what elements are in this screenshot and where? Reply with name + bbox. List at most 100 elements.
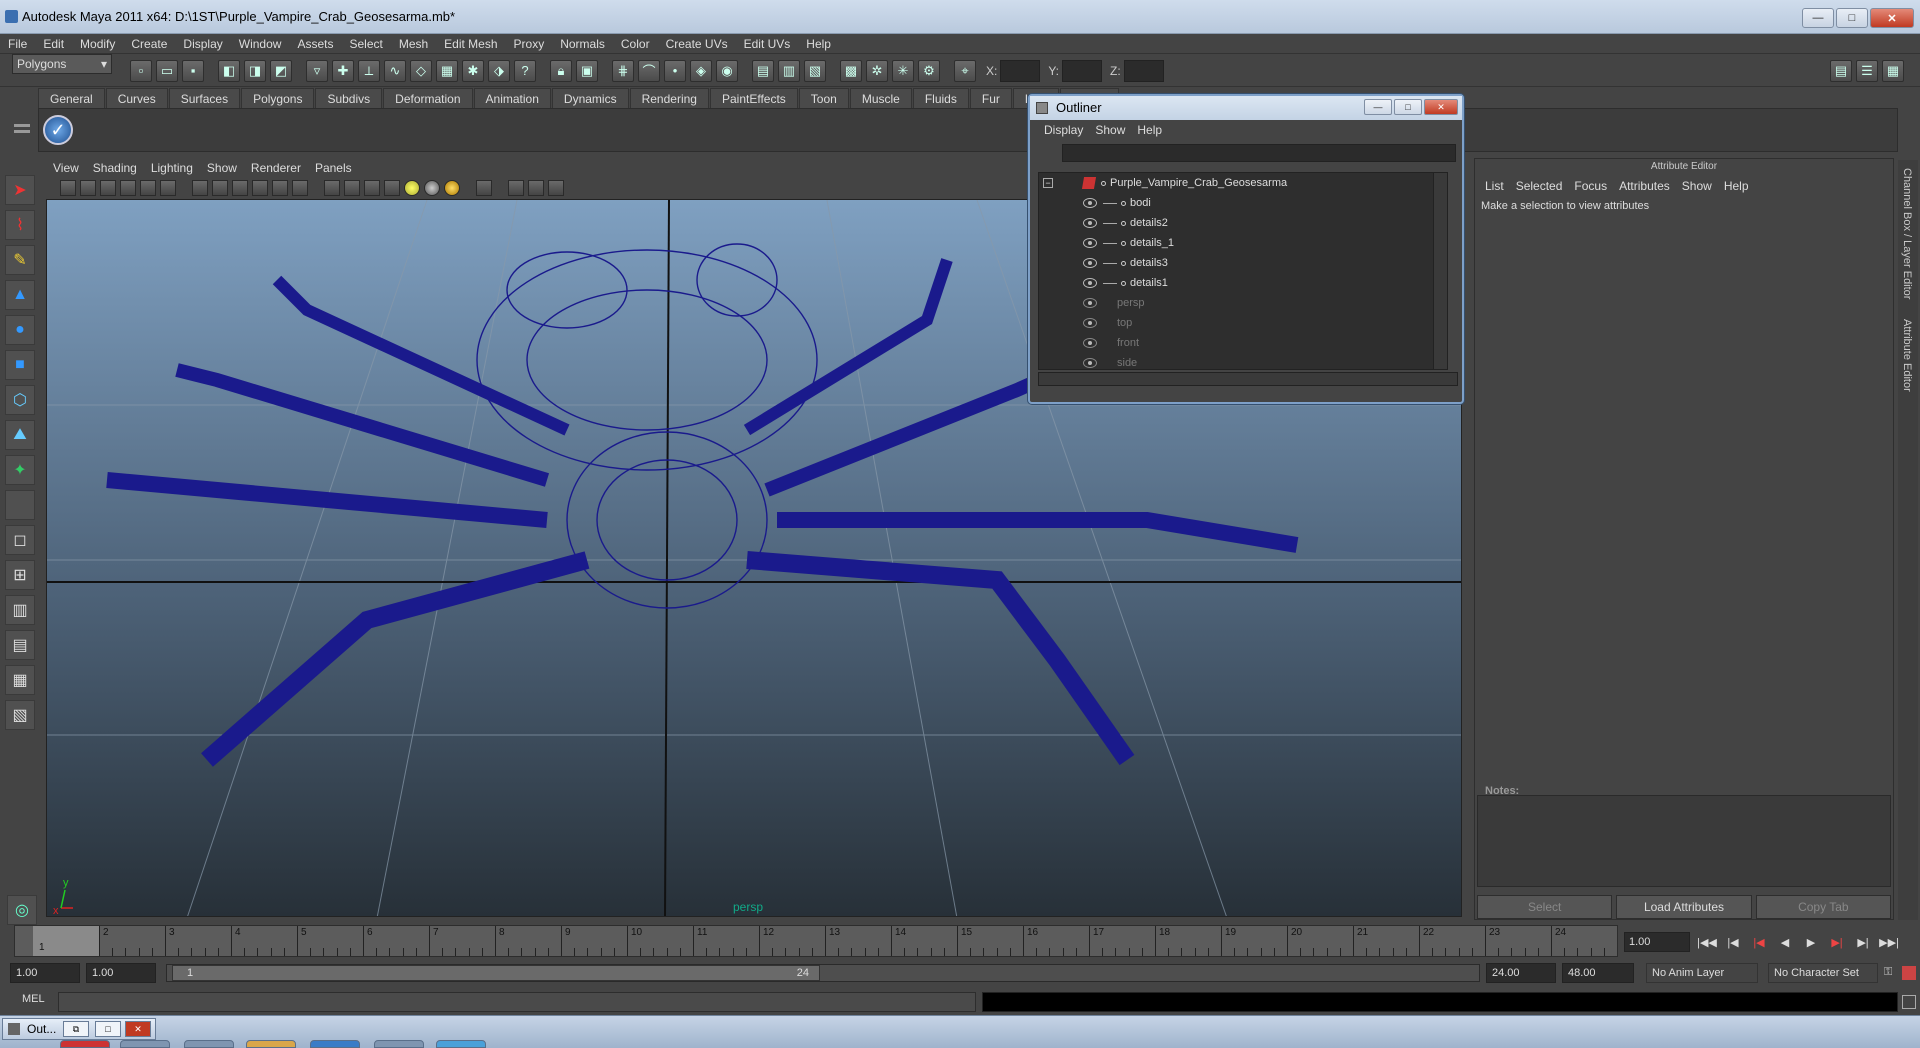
- grey-sphere-icon[interactable]: [424, 180, 440, 196]
- menu-help[interactable]: Help: [798, 34, 839, 54]
- outliner-window[interactable]: Outliner — □ ✕ Display Show Help − Purpl…: [1028, 94, 1464, 404]
- shelf-tab-subdivs[interactable]: Subdivs: [315, 88, 383, 108]
- menu-window[interactable]: Window: [231, 34, 290, 54]
- camera-attributes-icon[interactable]: [60, 180, 76, 196]
- shelf-options-icon[interactable]: [14, 118, 30, 142]
- tab-channel-box-layer-editor[interactable]: Channel Box / Layer Editor: [1901, 168, 1913, 299]
- go-to-end-icon[interactable]: ▶▶|: [1878, 932, 1900, 952]
- soft-mod-tool-icon[interactable]: ⛰: [5, 420, 35, 450]
- select-joints-icon[interactable]: ⟂: [358, 59, 380, 82]
- character-set-dropdown[interactable]: No Character Set: [1768, 963, 1878, 983]
- make-live-icon[interactable]: ◉: [716, 59, 738, 82]
- outliner-maximize-button[interactable]: □: [1394, 99, 1422, 115]
- outliner-filter-input[interactable]: [1062, 144, 1456, 162]
- shelf-tab-toon[interactable]: Toon: [798, 88, 849, 108]
- quick-layout-icon[interactable]: ◎: [7, 895, 37, 925]
- render-view-icon[interactable]: ▩: [840, 59, 862, 82]
- outliner-menu-display[interactable]: Display: [1038, 120, 1089, 140]
- yellow-light-icon[interactable]: [404, 180, 420, 196]
- step-forward-frame-icon[interactable]: ▶|: [1826, 932, 1848, 952]
- panel-menu-panels[interactable]: Panels: [308, 161, 359, 175]
- ae-menu-focus[interactable]: Focus: [1568, 175, 1613, 197]
- toggle-attribute-editor-icon[interactable]: ▤: [1830, 59, 1852, 82]
- rotate-tool-icon[interactable]: ●: [5, 315, 35, 345]
- mel-command-input[interactable]: [58, 992, 976, 1012]
- taskbar-pinned-app-6-icon[interactable]: [374, 1040, 424, 1048]
- shelf-tab-polygons[interactable]: Polygons: [241, 88, 315, 108]
- ae-menu-list[interactable]: List: [1479, 175, 1510, 197]
- ae-menu-selected[interactable]: Selected: [1510, 175, 1569, 197]
- time-slider[interactable]: 1 2 3 4 5 6 7 8 9 10 11 12 13 14 15 16 17 18 19 20 21 22 23 24: [14, 925, 1618, 957]
- ae-menu-attributes[interactable]: Attributes: [1613, 175, 1676, 197]
- shelf-tab-curves[interactable]: Curves: [105, 88, 168, 108]
- select-camera-icon[interactable]: [476, 180, 492, 196]
- y-input[interactable]: [1062, 59, 1103, 82]
- taskbar-pinned-app-7-icon[interactable]: [436, 1040, 486, 1048]
- panel-menu-lighting[interactable]: Lighting: [144, 161, 200, 175]
- outliner-row-root[interactable]: − Purple_Vampire_Crab_Geosesarma: [1039, 173, 1447, 193]
- select-curves-icon[interactable]: ∿: [384, 59, 406, 82]
- move-tool-icon[interactable]: ▲: [5, 280, 35, 310]
- output-ops-icon[interactable]: ▥: [778, 59, 800, 82]
- show-manipulator-icon[interactable]: ✦: [5, 455, 35, 485]
- close-button[interactable]: ✕: [1870, 8, 1914, 28]
- anim-layer-dropdown[interactable]: No Anim Layer: [1646, 963, 1758, 983]
- shadows-icon[interactable]: [272, 180, 288, 196]
- select-misc-icon[interactable]: ?: [514, 59, 536, 82]
- step-back-key-icon[interactable]: |◀: [1722, 932, 1744, 952]
- four-view-layout-icon[interactable]: ⊞: [5, 560, 35, 590]
- outliner-row-bodi[interactable]: bodi: [1039, 193, 1447, 213]
- lock-selection-icon[interactable]: 🔒︎: [550, 59, 572, 82]
- resolution-gate-icon[interactable]: [160, 180, 176, 196]
- highlight-selection-icon[interactable]: ▣: [576, 59, 598, 82]
- key-icon[interactable]: ⚿: [1884, 966, 1898, 980]
- outliner-close-button[interactable]: ✕: [1424, 99, 1458, 115]
- outliner-row-details2[interactable]: details2: [1039, 213, 1447, 233]
- outliner-menu-show[interactable]: Show: [1089, 120, 1131, 140]
- toggle-channel-box-icon[interactable]: ▦: [1882, 59, 1904, 82]
- film-gate-icon[interactable]: [140, 180, 156, 196]
- bookmark-icon[interactable]: [80, 180, 96, 196]
- tab-attribute-editor[interactable]: Attribute Editor: [1901, 319, 1913, 392]
- go-to-start-icon[interactable]: |◀◀: [1696, 932, 1718, 952]
- lights-icon[interactable]: [252, 180, 268, 196]
- panel-menu-shading[interactable]: Shading: [86, 161, 144, 175]
- step-forward-key-icon[interactable]: ▶|: [1852, 932, 1874, 952]
- select-dynamics-icon[interactable]: ✱: [462, 59, 484, 82]
- taskbar-pinned-app-4-icon[interactable]: [246, 1040, 296, 1048]
- toggle-tool-settings-icon[interactable]: ☰: [1856, 59, 1878, 82]
- render-settings-icon[interactable]: ⚙: [918, 59, 940, 82]
- mel-toggle[interactable]: MEL: [22, 993, 45, 1005]
- persp-outliner-layout-icon[interactable]: ▥: [5, 595, 35, 625]
- cube-icon[interactable]: [344, 180, 360, 196]
- manipulator-tool-icon[interactable]: ⬡: [5, 385, 35, 415]
- animation-preferences-icon[interactable]: [1902, 966, 1916, 980]
- checker-icon[interactable]: [384, 180, 400, 196]
- select-component-icon[interactable]: ◩: [270, 59, 292, 82]
- select-handles-icon[interactable]: ✚: [332, 59, 354, 82]
- menu-edit-mesh[interactable]: Edit Mesh: [436, 34, 505, 54]
- outliner-minimize-button[interactable]: —: [1364, 99, 1392, 115]
- outliner-row-details-1[interactable]: details_1: [1039, 233, 1447, 253]
- outliner-row-details1[interactable]: details1: [1039, 273, 1447, 293]
- script-editor-icon[interactable]: [1902, 995, 1916, 1009]
- outliner-horizontal-scrollbar[interactable]: [1038, 372, 1458, 386]
- menu-file[interactable]: File: [0, 34, 35, 54]
- taskbar-maximize-icon[interactable]: □: [95, 1021, 121, 1037]
- taskbar-pinned-app-5-icon[interactable]: [310, 1040, 360, 1048]
- play-backwards-icon[interactable]: ◀: [1774, 932, 1796, 952]
- snap-view-plane-icon[interactable]: ◈: [690, 59, 712, 82]
- notes-textarea[interactable]: [1477, 795, 1891, 887]
- shaded-cube-icon[interactable]: [364, 180, 380, 196]
- input-ops-icon[interactable]: ▤: [752, 59, 774, 82]
- menu-edit[interactable]: Edit: [35, 34, 72, 54]
- menu-modify[interactable]: Modify: [72, 34, 123, 54]
- menu-edit-uvs[interactable]: Edit UVs: [736, 34, 799, 54]
- panel-menu-view[interactable]: View: [46, 161, 86, 175]
- outliner-vertical-scrollbar[interactable]: [1433, 173, 1447, 369]
- xray-icon[interactable]: [324, 180, 340, 196]
- snap-grid-icon[interactable]: ⋕: [612, 59, 634, 82]
- menu-display[interactable]: Display: [175, 34, 230, 54]
- taskbar-pinned-app-1-icon[interactable]: [60, 1040, 110, 1048]
- frame-all-icon[interactable]: [508, 180, 524, 196]
